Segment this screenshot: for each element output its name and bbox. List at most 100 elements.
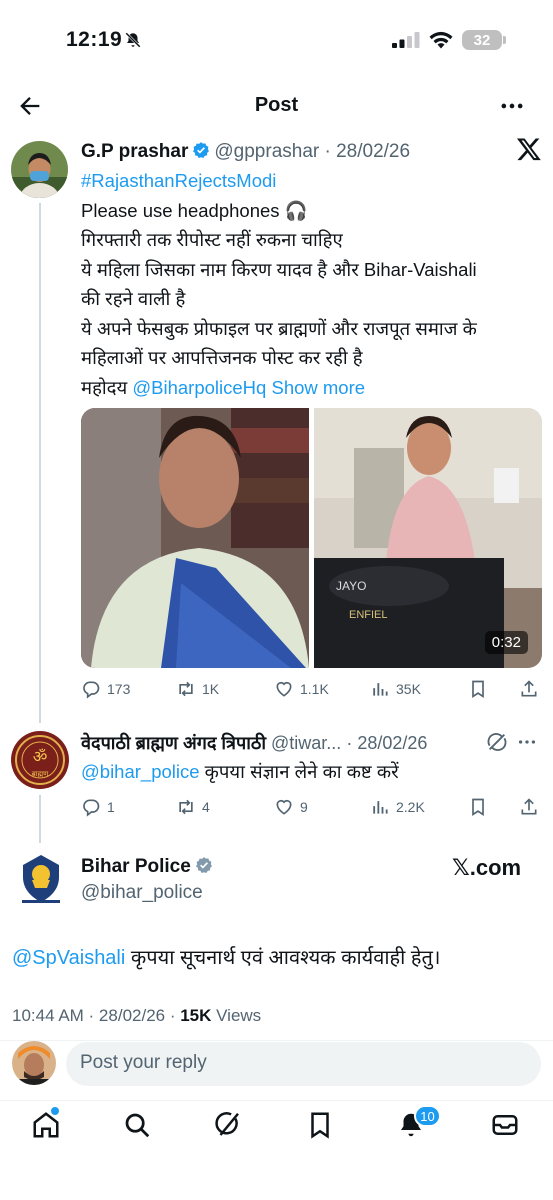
svg-text:ENFIEL: ENFIEL [349, 609, 388, 621]
more-options-icon[interactable] [516, 731, 538, 753]
author-handle[interactable]: @gpprashar [214, 141, 319, 162]
thread-line [39, 795, 41, 843]
mention-link[interactable]: @BiharpoliceHq [132, 377, 266, 398]
tweet-body: @SpVaishali कृपया सूचनार्थ एवं आवश्यक का… [12, 944, 441, 974]
tweet-body: #RajasthanRejectsModi Please use headpho… [81, 166, 477, 402]
share-button[interactable] [519, 797, 545, 817]
status-bar: 12:19 32 [0, 0, 553, 80]
xcom-watermark: 𝕏.com [452, 855, 522, 880]
like-count: 9 [300, 799, 308, 815]
battery-indicator: 32 [462, 30, 502, 50]
tweet-text-line: ये महिला जिसका नाम किरण यादव है और Bihar… [81, 258, 477, 280]
more-options-icon[interactable] [498, 92, 526, 120]
bottom-nav [0, 1100, 553, 1200]
share-button[interactable] [519, 679, 545, 699]
my-avatar[interactable] [12, 1041, 56, 1085]
verified-badge-icon [195, 857, 212, 873]
media-image-left[interactable] [81, 408, 309, 668]
bookmark-icon[interactable] [305, 1110, 335, 1140]
like-button[interactable]: 1.1K [274, 679, 329, 699]
tweet-timestamp: 10:44 AM · 28/02/26 · 15K Views [12, 1006, 261, 1026]
views-button[interactable]: 2.2K [370, 797, 425, 817]
reply-count: 1 [107, 799, 115, 815]
tweet-header: G.P prashar @gpprashar · 28/02/26 [81, 141, 410, 163]
repost-count: 1K [202, 681, 220, 697]
tweet-text: कृपया सूचनार्थ एवं आवश्यक कार्यवाही हेतु… [125, 947, 441, 969]
status-time: 12:19 [66, 28, 123, 51]
bookmark-button[interactable] [468, 797, 494, 817]
tweet-text-line: महिलाओं पर आपत्तिजनक पोस्ट कर रही है [81, 347, 363, 368]
show-more-link[interactable]: Show more [271, 377, 365, 398]
reply-icon [83, 681, 100, 699]
tweet-text-line: महोदय [81, 376, 133, 398]
tweet-text-line: गिरफ्तारी तक रीपोस्ट नहीं रुकना चाहिए [81, 229, 343, 250]
views-button[interactable]: 35K [370, 679, 421, 699]
avatar[interactable] [12, 850, 70, 908]
tweet-text: कृपया संज्ञान लेने का कष्ट करें [199, 761, 399, 782]
author-handle[interactable]: @bihar_police [81, 882, 203, 903]
hashtag-link[interactable]: #RajasthanRejectsModi [81, 170, 276, 191]
views-count: 15K [180, 1006, 212, 1025]
author-handle[interactable]: @tiwar... [271, 733, 341, 753]
like-button[interactable]: 9 [274, 797, 308, 817]
repost-button[interactable]: 4 [176, 797, 210, 817]
tweet-text-line: Please use headphones 🎧 [81, 199, 308, 221]
tweet-text-line: की रहने वाली है [81, 288, 186, 309]
tweet-header: Bihar Police [81, 856, 217, 878]
avatar[interactable] [11, 141, 68, 198]
grok-icon[interactable] [213, 1110, 243, 1140]
tweet-body: @bihar_police कृपया संज्ञान लेने का कष्ट… [81, 757, 399, 787]
media-video-right[interactable]: JAYO ENFIEL 0:32 [314, 408, 542, 668]
wifi-icon [429, 31, 453, 49]
messages-icon[interactable] [490, 1110, 520, 1140]
thread-line [39, 203, 41, 723]
reply-button[interactable]: 1 [81, 797, 115, 817]
battery-nub [503, 36, 506, 44]
tweet-header: @bihar_police [81, 882, 203, 904]
reply-icon [83, 799, 100, 817]
repost-icon [179, 799, 193, 815]
avatar[interactable]: ॐ ब्राह्मण [11, 731, 69, 789]
svg-text:ब्राह्मण: ब्राह्मण [32, 770, 49, 778]
signal-icon [392, 32, 420, 48]
views-label: Views [211, 1006, 262, 1025]
mention-link[interactable]: @SpVaishali [12, 947, 125, 969]
reply-button[interactable]: 173 [81, 679, 130, 699]
share-icon [521, 798, 537, 815]
tweet-date: · 28/02/26 [324, 141, 411, 162]
mute-icon[interactable] [486, 731, 508, 753]
bookmark-button[interactable] [468, 679, 494, 699]
timestamp-text: 10:44 AM · 28/02/26 · [12, 1006, 181, 1025]
home-notification-dot [51, 1107, 59, 1115]
views-chart-icon [373, 683, 388, 696]
share-icon [521, 680, 537, 697]
svg-text:JAYO: JAYO [336, 579, 366, 593]
reply-input[interactable]: Post your reply [66, 1042, 541, 1086]
tweet-header: वेदपाठी ब्राह्मण अंगद त्रिपाठी @tiwar...… [81, 731, 427, 755]
bell-off-icon [125, 32, 141, 48]
verified-badge-icon [193, 142, 210, 158]
video-duration: 0:32 [484, 631, 528, 654]
repost-count: 4 [202, 799, 210, 815]
like-count: 1.1K [300, 681, 329, 697]
heart-icon [276, 681, 292, 697]
tweet-date: · 28/02/26 [346, 733, 428, 753]
author-name[interactable]: Bihar Police [81, 856, 191, 877]
tweet-text-line: ये अपने फेसबुक प्रोफाइल पर ब्राह्मणों और… [81, 317, 477, 339]
views-count: 35K [396, 681, 421, 697]
heart-icon [276, 799, 292, 815]
bookmark-icon [472, 680, 484, 699]
x-logo-icon [516, 138, 541, 161]
repost-button[interactable]: 1K [176, 679, 219, 699]
page-title: Post [254, 94, 299, 116]
top-bar: Post [0, 80, 553, 132]
reply-count: 173 [107, 681, 131, 697]
views-chart-icon [373, 801, 388, 814]
notifications-badge: 10 [414, 1105, 441, 1127]
author-name[interactable]: G.P prashar [81, 141, 188, 162]
svg-text:ॐ: ॐ [33, 747, 48, 766]
repost-icon [179, 681, 193, 697]
mention-link[interactable]: @bihar_police [81, 761, 200, 782]
author-name[interactable]: वेदपाठी ब्राह्मण अंगद त्रिपाठी [81, 733, 266, 753]
search-icon[interactable] [122, 1110, 152, 1140]
